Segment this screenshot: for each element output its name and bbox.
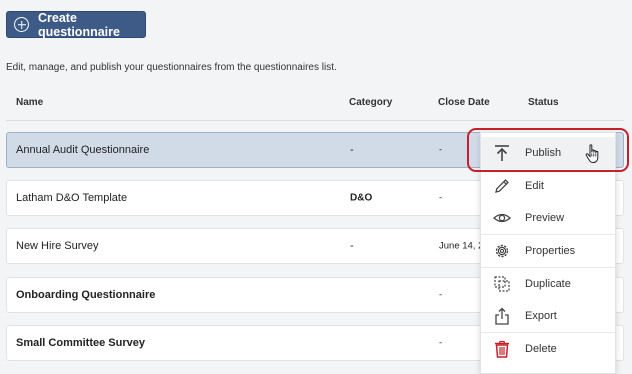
column-header-status[interactable]: Status: [528, 97, 559, 108]
menu-item-label: Edit: [525, 180, 544, 192]
duplicate-icon: [494, 276, 510, 292]
row-close-date: -: [439, 144, 443, 156]
row-name: Annual Audit Questionnaire: [16, 144, 150, 156]
menu-item-label: Preview: [525, 212, 565, 224]
eye-icon: [493, 213, 511, 223]
menu-item-label: Export: [525, 310, 557, 322]
row-close-date: -: [439, 289, 443, 301]
row-name: Small Committee Survey: [16, 337, 145, 349]
row-category: D&O: [350, 192, 373, 204]
menu-item-export[interactable]: Export: [481, 300, 615, 332]
header-divider: [6, 120, 624, 121]
menu-item-label: Duplicate: [525, 278, 571, 290]
row-name: Latham D&O Template: [16, 192, 128, 204]
menu-item-preview[interactable]: Preview: [481, 202, 615, 234]
row-close-date: -: [439, 192, 443, 204]
create-questionnaire-label: Create questionnaire: [38, 10, 120, 39]
column-header-close-date[interactable]: Close Date: [438, 97, 490, 108]
column-header-name[interactable]: Name: [16, 97, 43, 108]
menu-item-edit[interactable]: Edit: [481, 170, 615, 202]
row-name: New Hire Survey: [16, 240, 99, 252]
gear-icon: [495, 244, 509, 258]
export-icon: [495, 307, 509, 325]
create-questionnaire-button[interactable]: Create questionnaire: [6, 10, 146, 39]
highlight-outline: [467, 128, 629, 172]
pencil-icon: [495, 179, 509, 193]
row-close-date: -: [439, 337, 443, 349]
menu-item-label: Delete: [525, 343, 557, 355]
trash-icon: [495, 340, 509, 358]
row-name: Onboarding Questionnaire: [16, 289, 156, 301]
page-description: Edit, manage, and publish your questionn…: [6, 62, 337, 73]
row-category: -: [350, 240, 354, 252]
menu-item-label: Properties: [525, 245, 576, 257]
menu-item-duplicate[interactable]: Duplicate: [481, 268, 615, 300]
plus-circle-icon: [14, 17, 29, 32]
menu-item-properties[interactable]: Properties: [481, 235, 615, 267]
hand-cursor-icon: [585, 144, 599, 164]
row-category: -: [350, 144, 354, 156]
menu-item-delete[interactable]: Delete: [481, 333, 615, 365]
column-header-category[interactable]: Category: [349, 97, 392, 108]
